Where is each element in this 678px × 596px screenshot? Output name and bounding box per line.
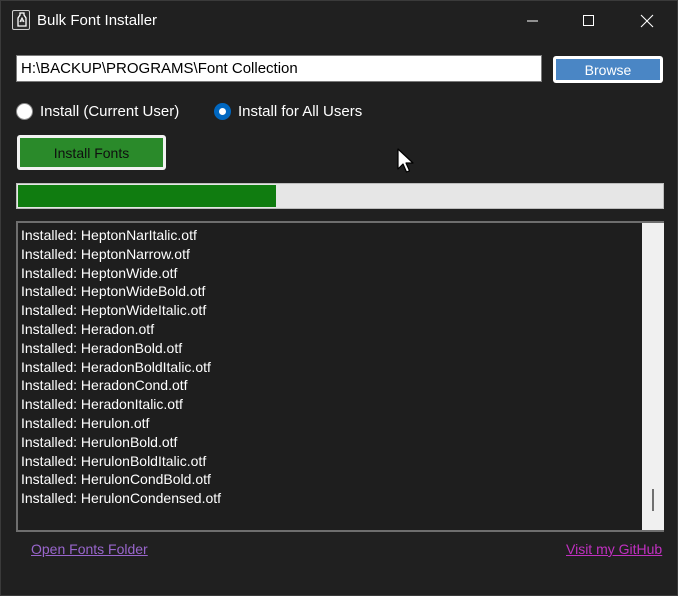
title-bar[interactable]: Bulk Font Installer	[1, 1, 677, 41]
log-item: Installed: HerulonCondensed.otf	[21, 490, 222, 507]
log-item: Installed: HeptonWide.otf	[21, 264, 178, 281]
folder-path-input[interactable]: H:\BACKUP\PROGRAMS\Font Collection	[16, 55, 542, 82]
open-fonts-folder-link[interactable]: Open Fonts Folder	[31, 541, 148, 557]
font-installer-icon	[12, 10, 30, 30]
minimize-icon	[527, 20, 538, 22]
window-title: Bulk Font Installer	[37, 12, 158, 29]
log-list: Installed: HeptonNarItalic.otf Installed:…	[21, 226, 640, 508]
mouse-cursor-icon	[397, 148, 414, 173]
log-item: Installed: Heradon.otf	[21, 320, 155, 337]
log-item: Installed: HerulonBold.otf	[21, 433, 178, 450]
close-icon	[640, 14, 654, 28]
log-item: Installed: HeptonNarItalic.otf	[21, 227, 197, 243]
github-link[interactable]: Visit my GitHub	[566, 541, 662, 557]
log-item: Installed: HeradonCond.otf	[21, 377, 188, 394]
log-scrollbar-thumb[interactable]	[652, 489, 654, 511]
log-item: Installed: HeradonItalic.otf	[21, 396, 183, 413]
install-log[interactable]: Installed: HeptonNarItalic.otf Installed:…	[16, 221, 664, 532]
progress-bar	[16, 183, 664, 209]
browse-button-label: Browse	[556, 59, 660, 80]
browse-button[interactable]: Browse	[553, 56, 663, 83]
log-item: Installed: Herulon.otf	[21, 414, 150, 431]
maximize-icon	[583, 15, 594, 26]
install-fonts-label: Install Fonts	[20, 138, 163, 167]
radio-all-users[interactable]: Install for All Users	[214, 102, 362, 120]
radio-current-user-circle[interactable]	[16, 102, 33, 120]
log-item: Installed: HerulonCondBold.otf	[21, 471, 211, 488]
log-item: Installed: HeptonWideBold.otf	[21, 283, 206, 300]
radio-current-user[interactable]: Install (Current User)	[16, 102, 179, 120]
log-item: Installed: HeptonWideItalic.otf	[21, 302, 207, 319]
log-item: Installed: HeradonBoldItalic.otf	[21, 358, 211, 375]
close-button[interactable]	[619, 1, 675, 41]
minimize-button[interactable]	[505, 1, 561, 41]
radio-current-user-label: Install (Current User)	[40, 102, 180, 120]
maximize-button[interactable]	[561, 1, 617, 41]
radio-all-users-circle[interactable]	[214, 102, 231, 120]
log-item: Installed: HeradonBold.otf	[21, 339, 183, 356]
log-item: Installed: HerulonBoldItalic.otf	[21, 452, 207, 469]
log-item: Installed: HeptonNarrow.otf	[21, 245, 190, 262]
app-window: Bulk Font Installer H:\BACKUP\PROGRAMS\F…	[0, 0, 678, 596]
log-scrollbar[interactable]	[642, 223, 664, 530]
progress-fill	[18, 185, 277, 207]
radio-all-users-label: Install for All Users	[238, 102, 363, 120]
install-fonts-button[interactable]: Install Fonts	[17, 135, 166, 170]
